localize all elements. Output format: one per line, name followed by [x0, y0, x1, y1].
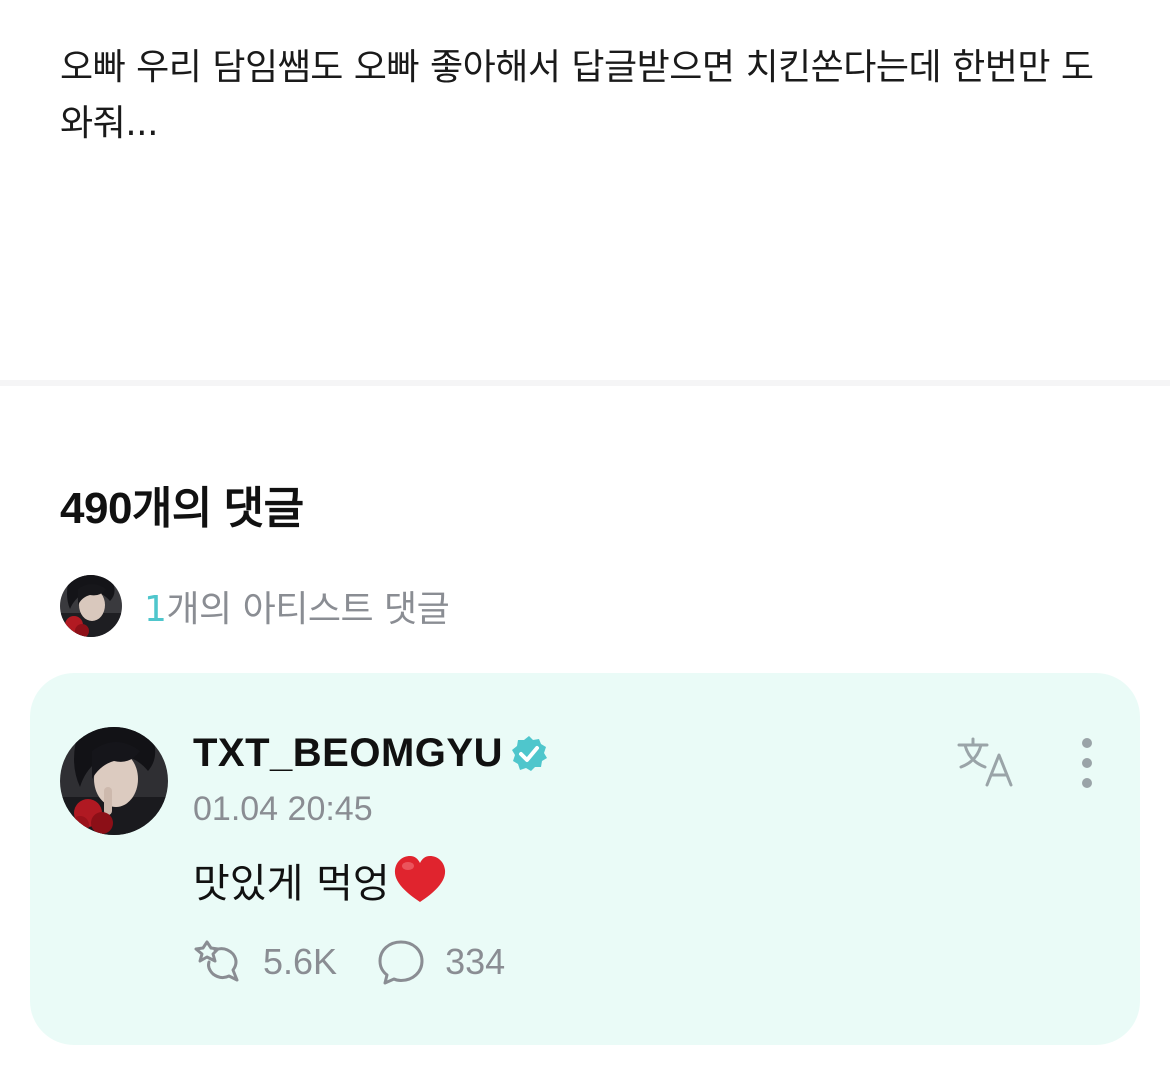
reply-button[interactable]: 334	[375, 938, 505, 986]
like-button[interactable]: 5.6K	[193, 938, 337, 986]
post-body-text: 오빠 우리 담임쌤도 오빠 좋아해서 답글받으면 치킨쏜다는데 한번만 도와줘.…	[60, 47, 1094, 144]
artist-comments-summary[interactable]: 1개의 아티스트 댓글	[60, 575, 450, 637]
artist-avatar-small	[60, 575, 122, 637]
artist-avatar[interactable]	[60, 727, 168, 835]
more-vertical-icon[interactable]	[1072, 735, 1102, 791]
speech-bubble-icon	[378, 940, 424, 985]
verified-badge-icon	[511, 735, 547, 771]
section-divider	[0, 380, 1170, 386]
comment-body: 맛있게 먹엉	[193, 861, 390, 907]
artist-username[interactable]: TXT_BEOMGYU	[193, 731, 503, 776]
artist-comment-count: 1	[144, 589, 167, 630]
heart-emoji	[394, 856, 445, 902]
translate-icon[interactable]	[955, 735, 1019, 789]
like-count: 5.6K	[263, 941, 338, 982]
artist-comment-label: 개의 아티스트 댓글	[166, 589, 450, 630]
reply-count: 334	[445, 941, 506, 982]
comment-timestamp: 01.04 20:45	[193, 790, 373, 828]
cheer-icon	[194, 940, 239, 982]
comment-count-heading: 490개의 댓글	[60, 484, 304, 533]
artist-comment-card[interactable]: TXT_BEOMGYU 01.04 20:45 맛있게 먹엉 5.6K 334	[30, 673, 1140, 1045]
